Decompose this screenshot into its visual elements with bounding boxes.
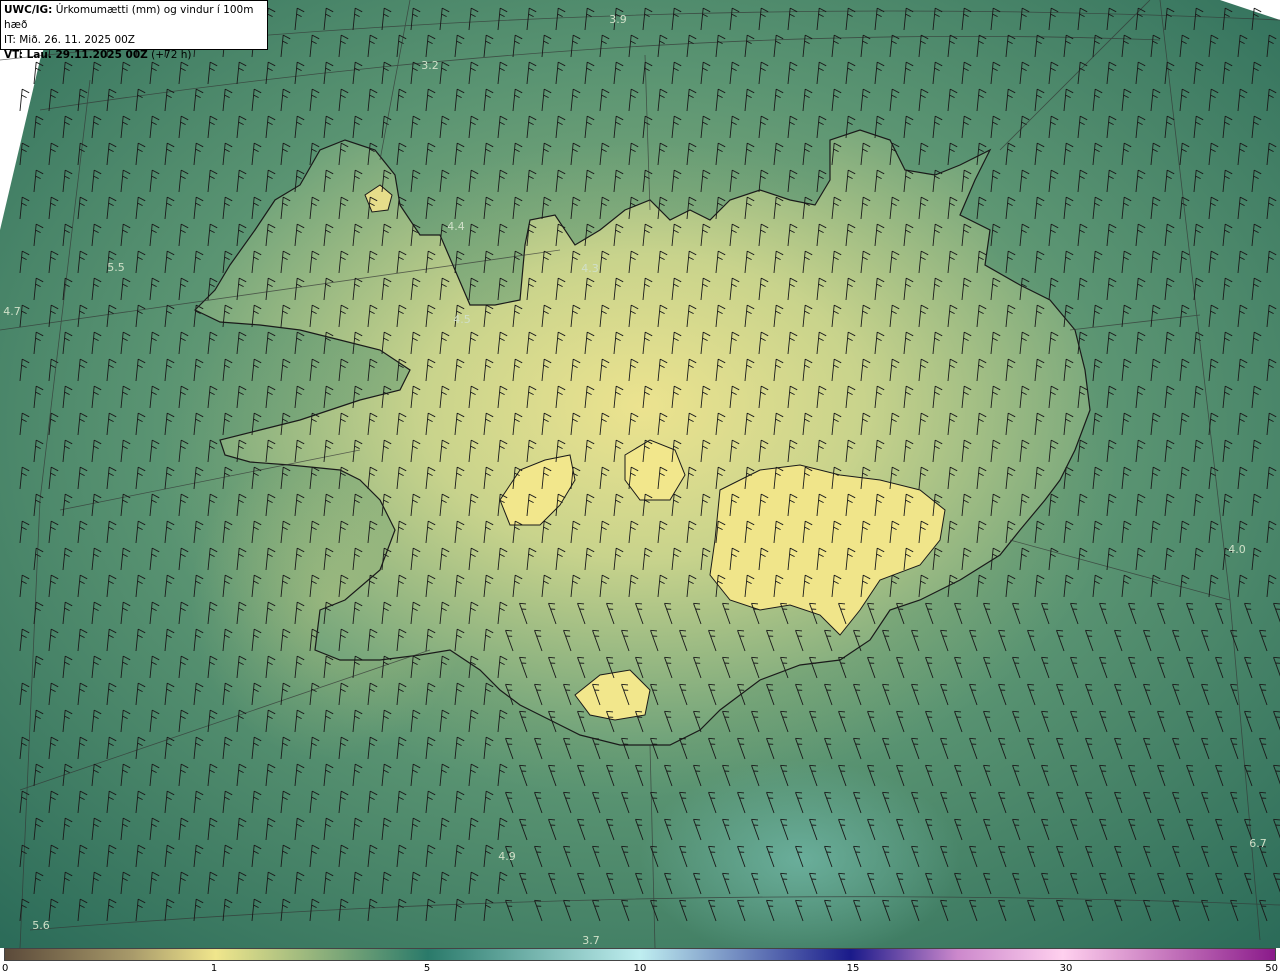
value-label: 5.5 — [107, 261, 125, 274]
value-label: 5.6 — [32, 919, 50, 932]
colorbar-tick: 15 — [846, 963, 860, 974]
valid-time: VT: Lau. 29.11.2025 00Z (+72 h) — [4, 48, 264, 63]
map-title: UWC/IG: Úrkomumætti (mm) og vindur í 100… — [4, 3, 264, 33]
colorbar-tick: 0 — [2, 963, 9, 974]
issue-time: IT: Mið. 26. 11. 2025 00Z — [4, 34, 135, 46]
colorbar-gradient — [4, 948, 1276, 961]
value-label: 4.3 — [581, 262, 599, 275]
value-label: 4.0 — [1228, 543, 1246, 556]
colorbar-tick: 30 — [1059, 963, 1073, 974]
colorbar-tick: 10 — [633, 963, 647, 974]
colorbar-tick: 5 — [423, 963, 431, 974]
colorbar-tick: 1 — [210, 963, 218, 974]
precipitation-wind-map: 3.9 3.2 4.4 5.5 4.3 4.7 4.5 4.0 6.7 4.9 5.6 3.7 — [0, 0, 1280, 948]
model-code: UWC/IG: — [4, 4, 53, 16]
valid-time-offset: (+72 h) — [147, 49, 192, 61]
value-label: 3.7 — [582, 934, 600, 947]
colorbar: 0 1 5 10 15 30 50 — [0, 948, 1280, 978]
value-label: 4.4 — [447, 220, 465, 233]
value-label: 6.7 — [1249, 837, 1267, 850]
map-header: UWC/IG: Úrkomumætti (mm) og vindur í 100… — [0, 0, 268, 61]
value-label: 3.9 — [609, 13, 627, 26]
value-label: 4.9 — [498, 850, 516, 863]
value-label: 3.2 — [421, 59, 439, 72]
colorbar-tick: 50 — [1265, 963, 1278, 974]
value-label: 4.7 — [3, 305, 21, 318]
value-label: 4.5 — [453, 313, 471, 326]
valid-time-date: VT: Lau. 29.11.2025 00Z — [4, 49, 148, 61]
